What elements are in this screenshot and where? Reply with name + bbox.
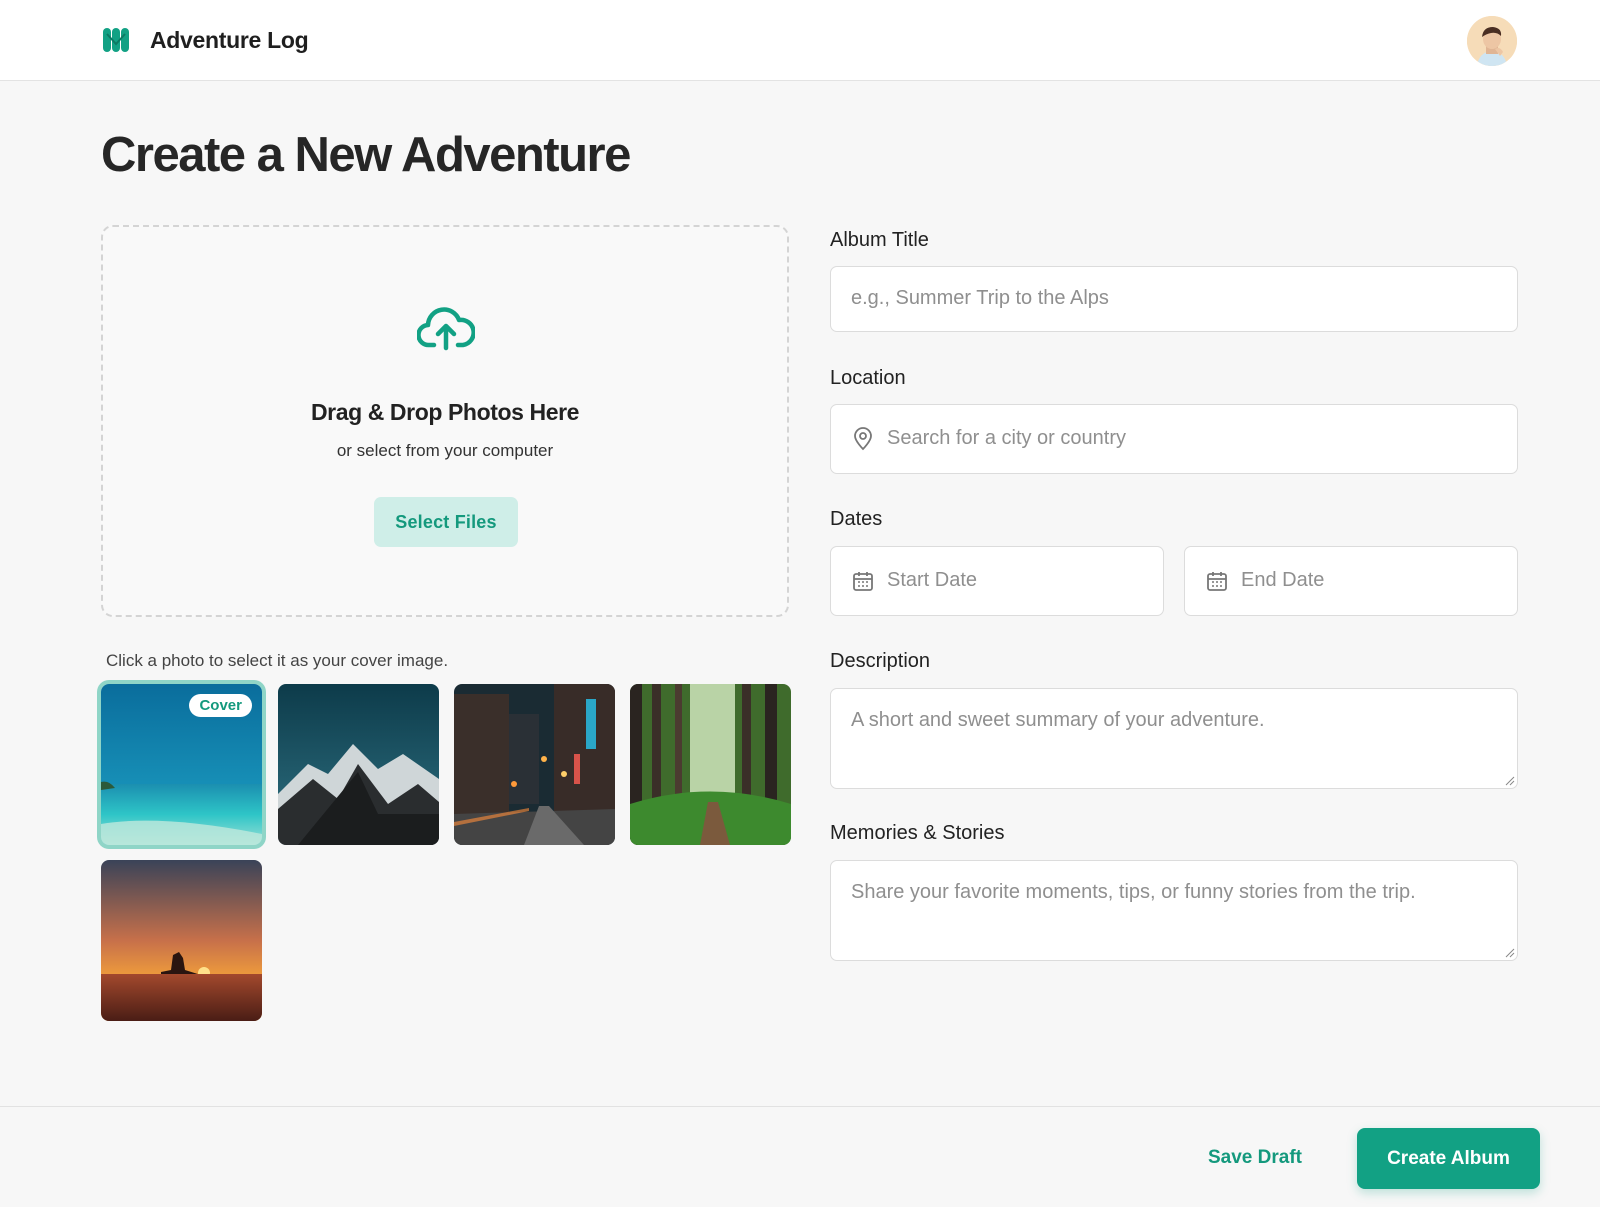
brand-logo-icon [103,28,129,52]
photo-dropzone[interactable]: Drag & Drop Photos Here or select from y… [101,225,789,617]
page-title: Create a New Adventure [101,128,631,182]
photo-thumbnail-city[interactable] [454,684,615,845]
start-date-field[interactable] [830,546,1164,616]
description-label: Description [830,650,931,672]
description-textarea[interactable] [851,709,1491,779]
mountains-photo [278,684,439,845]
calendar-icon [853,572,873,591]
top-navigation-bar: Adventure Log [0,0,1600,81]
location-field[interactable] [830,404,1518,474]
description-field[interactable] [830,688,1518,789]
start-date-input[interactable] [887,569,1147,592]
user-avatar[interactable] [1467,16,1517,66]
resize-handle-icon[interactable] [1505,948,1515,958]
app-name: Adventure Log [150,26,309,53]
resize-handle-icon[interactable] [1505,776,1515,786]
memories-field[interactable] [830,860,1518,961]
memories-label: Memories & Stories [830,822,1005,844]
end-date-field[interactable] [1184,546,1518,616]
gallery-hint: Click a photo to select it as your cover… [106,651,449,670]
photo-thumbnail-mountains[interactable] [278,684,439,845]
map-pin-icon [854,427,872,451]
avatar-image [1467,16,1517,66]
cover-badge: Cover [189,694,252,717]
location-input[interactable] [887,427,1487,450]
album-title-input[interactable] [851,287,1491,310]
memories-textarea[interactable] [851,881,1491,951]
brand[interactable]: Adventure Log [102,26,309,54]
save-draft-button[interactable]: Save Draft [1196,1140,1314,1176]
photo-thumbnail-beach[interactable]: Cover [101,684,262,845]
cloud-upload-icon [417,307,475,351]
select-files-button[interactable]: Select Files [374,497,518,547]
album-title-field[interactable] [830,266,1518,332]
location-label: Location [830,367,906,389]
calendar-icon [1207,572,1227,591]
create-album-button[interactable]: Create Album [1357,1128,1540,1189]
photo-thumbnail-desert[interactable] [101,860,262,1021]
forest-photo [630,684,791,845]
photo-thumbnail-forest[interactable] [630,684,791,845]
dates-label: Dates [830,508,883,530]
city-night-photo [454,684,615,845]
album-title-label: Album Title [830,229,929,251]
dropzone-title: Drag & Drop Photos Here [310,399,580,425]
dropzone-subtitle: or select from your computer [336,441,554,460]
end-date-input[interactable] [1241,569,1501,592]
desert-sunset-photo [101,860,262,1021]
